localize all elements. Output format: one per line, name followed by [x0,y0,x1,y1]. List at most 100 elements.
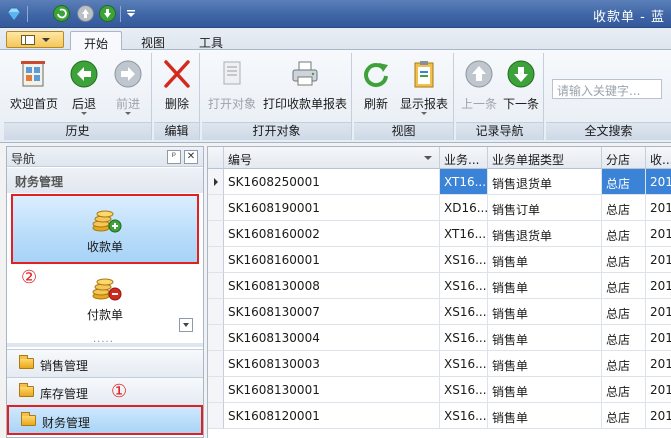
cell-doc-type[interactable]: 销售单 [488,351,602,377]
row-indicator[interactable] [208,325,224,351]
nav-splitter[interactable] [7,334,203,347]
cell-doc-type[interactable]: 销售单 [488,325,602,351]
nav-group-inventory[interactable]: 库存管理 [7,377,203,405]
cell-branch[interactable]: 总店 [602,221,646,247]
table-row[interactable]: SK1608130007 XS16... 销售单 总店 201 [208,299,671,325]
cell-code[interactable]: SK1608120001 [224,403,440,429]
home-button[interactable]: 欢迎首页 [6,55,62,119]
back-button[interactable]: 后退 [62,55,106,119]
next-record-button[interactable]: 下一条 [500,55,542,119]
cell-business-no[interactable]: XS16... [440,377,488,403]
cell-code[interactable]: SK1608160001 [224,247,440,273]
print-report-button[interactable]: 打印收款单报表 [260,55,350,119]
cell-business-no[interactable]: XT16... [440,169,488,195]
cell-branch[interactable]: 总店 [602,299,646,325]
chevron-down-icon[interactable] [179,318,193,332]
row-indicator[interactable] [208,195,224,221]
forward-button[interactable]: 前进 [106,55,150,119]
cell-branch[interactable]: 总店 [602,169,646,195]
table-row[interactable]: SK1608250001 XT16... 销售退货单 总店 201 [208,169,671,195]
cell-date[interactable]: 201 [646,377,671,403]
cell-branch[interactable]: 总店 [602,403,646,429]
tab-view[interactable]: 视图 [128,31,178,51]
cell-code[interactable]: SK1608190001 [224,195,440,221]
cell-doc-type[interactable]: 销售单 [488,299,602,325]
row-indicator[interactable] [208,221,224,247]
customize-quick-access-icon[interactable] [126,9,136,19]
cell-code[interactable]: SK1608130008 [224,273,440,299]
table-row[interactable]: SK1608130004 XS16... 销售单 总店 201 [208,325,671,351]
row-indicator[interactable] [208,377,224,403]
down-quick-icon[interactable] [99,5,116,22]
cell-doc-type[interactable]: 销售退货单 [488,169,602,195]
cell-business-no[interactable]: XS16... [440,299,488,325]
cell-code[interactable]: SK1608160002 [224,221,440,247]
cell-branch[interactable]: 总店 [602,195,646,221]
cell-date[interactable]: 201 [646,403,671,429]
up-quick-icon[interactable] [77,5,94,22]
fulltext-search-input[interactable]: 请输入关键字... [552,79,662,99]
nav-item-receipt[interactable]: 收款单 [11,194,199,264]
pin-icon[interactable]: ᵖ [167,150,181,164]
cell-date[interactable]: 201 [646,351,671,377]
table-row[interactable]: SK1608160002 XT16... 销售退货单 总店 201 [208,221,671,247]
prev-record-button[interactable]: 上一条 [458,55,500,119]
row-indicator[interactable] [208,351,224,377]
table-row[interactable]: SK1608190001 XD16... 销售订单 总店 201 [208,195,671,221]
cell-date[interactable]: 201 [646,169,671,195]
tab-tools[interactable]: 工具 [186,31,236,51]
application-menu-button[interactable] [6,31,64,48]
cell-branch[interactable]: 总店 [602,247,646,273]
open-object-button[interactable]: 打开对象 [204,55,260,119]
cell-branch[interactable]: 总店 [602,325,646,351]
cell-doc-type[interactable]: 销售单 [488,403,602,429]
cell-date[interactable]: 201 [646,299,671,325]
cell-code[interactable]: SK1608250001 [224,169,440,195]
delete-button[interactable]: 删除 [155,55,199,119]
row-indicator[interactable] [208,169,224,195]
cell-date[interactable]: 201 [646,221,671,247]
cell-business-no[interactable]: XS16... [440,403,488,429]
cell-business-no[interactable]: XD16... [440,195,488,221]
cell-business-no[interactable]: XS16... [440,273,488,299]
cell-code[interactable]: SK1608130001 [224,377,440,403]
table-row[interactable]: SK1608160001 XS16... 销售单 总店 201 [208,247,671,273]
refresh-button[interactable]: 刷新 [356,55,396,119]
cell-business-no[interactable]: XS16... [440,325,488,351]
cell-business-no[interactable]: XT16... [440,221,488,247]
cell-branch[interactable]: 总店 [602,377,646,403]
row-indicator[interactable] [208,299,224,325]
cell-date[interactable]: 201 [646,325,671,351]
cell-date[interactable]: 201 [646,195,671,221]
cell-branch[interactable]: 总店 [602,273,646,299]
show-report-button[interactable]: 显示报表 [396,55,452,119]
cell-branch[interactable]: 总店 [602,351,646,377]
tab-home[interactable]: 开始 [70,31,122,51]
column-header-doc-type[interactable]: 业务单据类型 [488,147,602,169]
column-header-date[interactable]: 收... [646,147,671,169]
app-gem-icon[interactable] [6,6,22,22]
column-header-code[interactable]: 编号 [224,147,440,169]
cell-doc-type[interactable]: 销售单 [488,273,602,299]
cell-code[interactable]: SK1608130007 [224,299,440,325]
cell-doc-type[interactable]: 销售退货单 [488,221,602,247]
cell-doc-type[interactable]: 销售单 [488,247,602,273]
table-row[interactable]: SK1608120001 XS16... 销售单 总店 201 [208,403,671,429]
row-indicator[interactable] [208,403,224,429]
row-indicator[interactable] [208,247,224,273]
cell-code[interactable]: SK1608130003 [224,351,440,377]
cell-date[interactable]: 201 [646,247,671,273]
column-header-business-no[interactable]: 业务... [440,147,488,169]
cell-doc-type[interactable]: 销售单 [488,377,602,403]
sort-dropdown-icon[interactable] [424,156,432,160]
row-indicator[interactable] [208,273,224,299]
cell-doc-type[interactable]: 销售订单 [488,195,602,221]
nav-group-finance[interactable]: 财务管理 [7,405,203,435]
table-row[interactable]: SK1608130003 XS16... 销售单 总店 201 [208,351,671,377]
cell-code[interactable]: SK1608130004 [224,325,440,351]
nav-group-sales[interactable]: 销售管理 [7,349,203,377]
cell-business-no[interactable]: XS16... [440,247,488,273]
table-row[interactable]: SK1608130001 XS16... 销售单 总店 201 [208,377,671,403]
close-icon[interactable]: ✕ [184,150,198,164]
cell-date[interactable]: 201 [646,273,671,299]
